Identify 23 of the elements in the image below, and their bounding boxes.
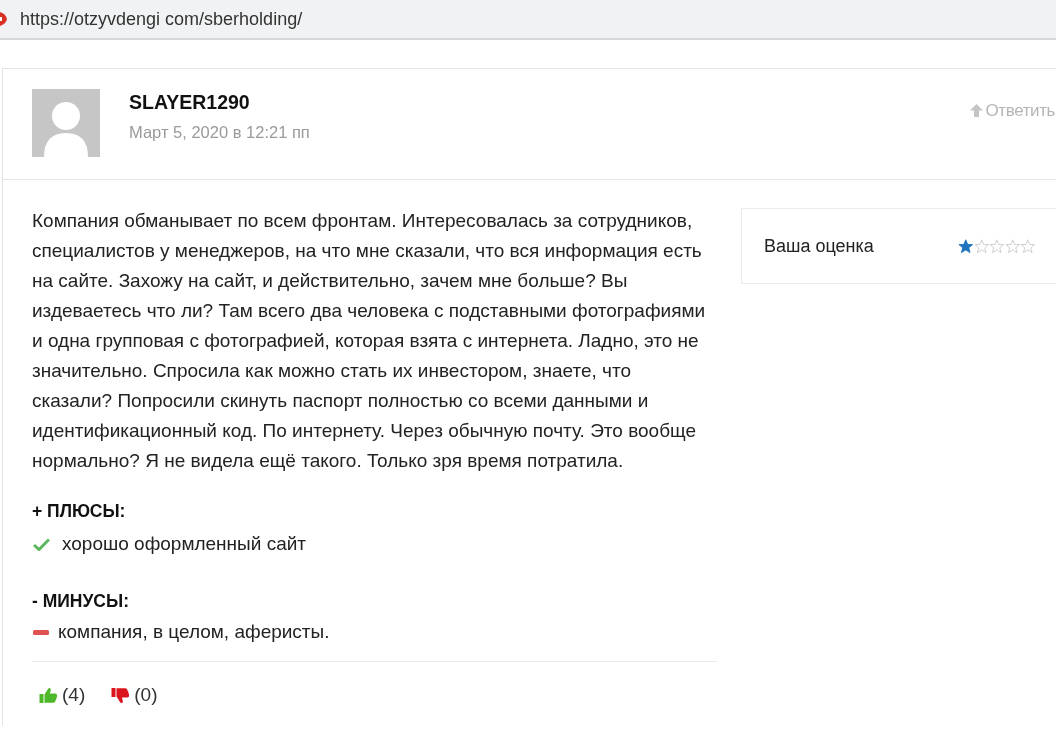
thumbs-up-icon xyxy=(39,686,58,704)
rating-label: Ваша оценка xyxy=(764,234,875,258)
cons-heading: - МИНУСЫ: xyxy=(32,591,130,611)
thumbs-down-icon xyxy=(111,686,131,704)
avatar-placeholder xyxy=(32,89,100,157)
minus-icon xyxy=(33,629,49,635)
address-bar-url[interactable]: https://otzyvdengi com/sberholding/ xyxy=(20,5,303,33)
review-text: Компания обманывает по всем фронтам. Интересовалась за сотрудников, специалистов у менеджеров, на что мне сказали, что вся информация есть на сайте. Захожу на сайт, и действительно, зачем мне больше? Вы издеваетесь что ли? Там всего два человека с подставными фотографиями и одна групповая с фотографией, которая взята с интернета. Ладно, это не значительно. Спросила как можно стать их инвестором, знаете, что сказали? Попросили скинуть паспорт полностью со всеми данными и идентификационный код. По интернету. Через обычную почту. Это вообще нормально? Я не видела ещё такого. Только зря время потратила. xyxy=(32,209,707,473)
star-icon[interactable] xyxy=(1004,238,1020,254)
star-icon[interactable] xyxy=(1020,238,1036,254)
arrow-up-icon xyxy=(968,103,984,119)
author-name: SLAYER1290 xyxy=(129,90,251,114)
cons-item-text: компания, в целом, аферисты. xyxy=(58,620,330,644)
star-icon[interactable] xyxy=(958,238,974,254)
star-icon[interactable] xyxy=(973,238,989,254)
like-button[interactable]: (4) xyxy=(39,684,86,706)
pros-item-text: хорошо оформленный сайт xyxy=(62,532,307,556)
star-icon[interactable] xyxy=(989,238,1005,254)
check-icon xyxy=(33,537,50,551)
warning-icon xyxy=(0,11,7,27)
review-date: Март 5, 2020 в 12:21 пп xyxy=(129,122,311,142)
dislike-button[interactable]: (0) xyxy=(111,684,158,706)
pros-heading: + ПЛЮСЫ: xyxy=(32,501,127,521)
